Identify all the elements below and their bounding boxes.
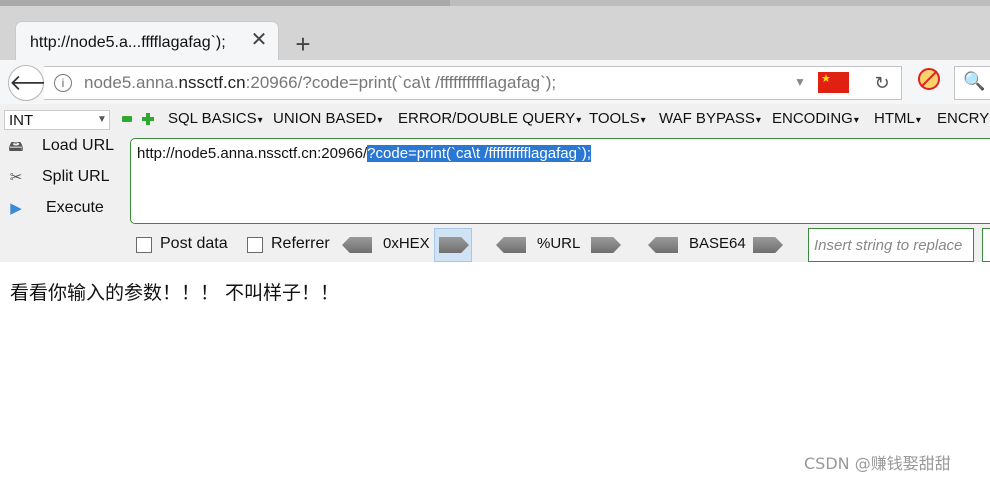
base64-label: BASE64 — [689, 235, 746, 252]
referrer-option[interactable]: Referrer — [247, 234, 337, 256]
url-decode-arrow-icon[interactable] — [496, 237, 526, 253]
url-encode-arrow-icon[interactable] — [591, 237, 621, 253]
menu-sql-basics[interactable]: SQL BASICS — [168, 110, 263, 127]
refresh-icon[interactable]: ↻ — [870, 71, 894, 95]
post-data-checkbox[interactable] — [136, 237, 152, 253]
execute-icon: ▶ — [10, 200, 22, 217]
hex-encoder: 0xHEX — [342, 234, 472, 256]
china-flag-icon — [818, 72, 849, 93]
page-message: 看看你输入的参数！！！ 不叫样子！！ — [10, 282, 340, 304]
watermark: CSDN @赚钱娶甜甜 — [804, 454, 951, 473]
menu-html[interactable]: HTML — [874, 110, 921, 127]
load-url-icon: 🖴 — [8, 138, 24, 155]
close-icon[interactable]: ✕ — [248, 29, 270, 51]
back-arrow-icon[interactable]: 🡐 — [8, 65, 68, 101]
insert-string-placeholder: Insert string to replace — [814, 237, 963, 254]
hex-decode-arrow-icon[interactable] — [342, 237, 372, 253]
url-text-selected: ?code=print(`ca\t /fffffffffflagafag`); — [367, 145, 592, 162]
tab-bar: http://node5.a...fffflagafag`); ✕ + — [0, 6, 990, 66]
address-bar-url[interactable]: node5.anna.nssctf.cn:20966/?code=print(`… — [84, 73, 556, 93]
dropdown-arrow-icon[interactable]: ▼ — [794, 75, 806, 89]
menu-tools[interactable]: TOOLS — [589, 110, 646, 127]
url-textarea[interactable]: http://node5.anna.nssctf.cn:20966/?code=… — [130, 138, 990, 224]
search-icon: 🔍 — [963, 71, 986, 91]
new-tab-icon[interactable]: + — [290, 31, 316, 57]
split-url-icon: ✂ — [9, 169, 23, 186]
referrer-label: Referrer — [271, 235, 330, 252]
info-icon[interactable]: i — [54, 74, 72, 92]
referrer-checkbox[interactable] — [247, 237, 263, 253]
menu-encryption[interactable]: ENCRYPTION — [937, 110, 990, 127]
chevron-down-icon: ▼ — [97, 114, 107, 125]
type-select-value: INT — [9, 112, 34, 129]
execute-button[interactable]: ▶ Execute — [6, 198, 126, 222]
insert-string-input[interactable]: Insert string to replace — [808, 228, 974, 262]
split-url-label: Split URL — [42, 168, 110, 185]
url-label: %URL — [537, 235, 581, 252]
replace-with-input[interactable] — [982, 228, 990, 262]
load-url-label: Load URL — [42, 137, 115, 154]
post-data-label: Post data — [160, 235, 228, 252]
base64-encode-arrow-icon[interactable] — [753, 237, 783, 253]
menu-encoding[interactable]: ENCODING — [772, 110, 859, 127]
blocked-addon-icon[interactable] — [918, 68, 940, 90]
split-url-button[interactable]: ✂ Split URL — [6, 167, 126, 191]
url-textarea-content[interactable]: http://node5.anna.nssctf.cn:20966/?code=… — [137, 145, 592, 162]
execute-label: Execute — [46, 199, 104, 216]
type-select[interactable]: INT ▼ — [4, 110, 110, 130]
menu-waf-bypass[interactable]: WAF BYPASS — [659, 110, 761, 127]
hackbar-panel: INT ▼ SQL BASICS UNION BASED ERROR/DOUBL… — [0, 104, 990, 262]
minus-icon[interactable] — [122, 116, 132, 122]
hex-encode-arrow-icon[interactable] — [439, 237, 469, 253]
plus-icon[interactable] — [142, 113, 154, 125]
menu-union-based[interactable]: UNION BASED — [273, 110, 382, 127]
menu-error-double-query[interactable]: ERROR/DOUBLE QUERY — [398, 110, 581, 127]
tab-title: http://node5.a...fffflagafag`); — [30, 34, 226, 51]
address-bar[interactable]: i node5.anna.nssctf.cn:20966/?code=print… — [44, 66, 902, 100]
url-encoder: %URL — [496, 234, 626, 256]
post-data-option[interactable]: Post data — [136, 234, 236, 256]
url-text-plain: http://node5.anna.nssctf.cn:20966/ — [137, 145, 368, 162]
load-url-button[interactable]: 🖴 Load URL — [6, 136, 126, 160]
base64-encoder: BASE64 — [648, 234, 788, 256]
base64-decode-arrow-icon[interactable] — [648, 237, 678, 253]
navigation-bar: 🡐 i node5.anna.nssctf.cn:20966/?code=pri… — [0, 60, 990, 105]
hex-label: 0xHEX — [383, 235, 430, 252]
search-box[interactable]: 🔍 — [954, 66, 990, 100]
